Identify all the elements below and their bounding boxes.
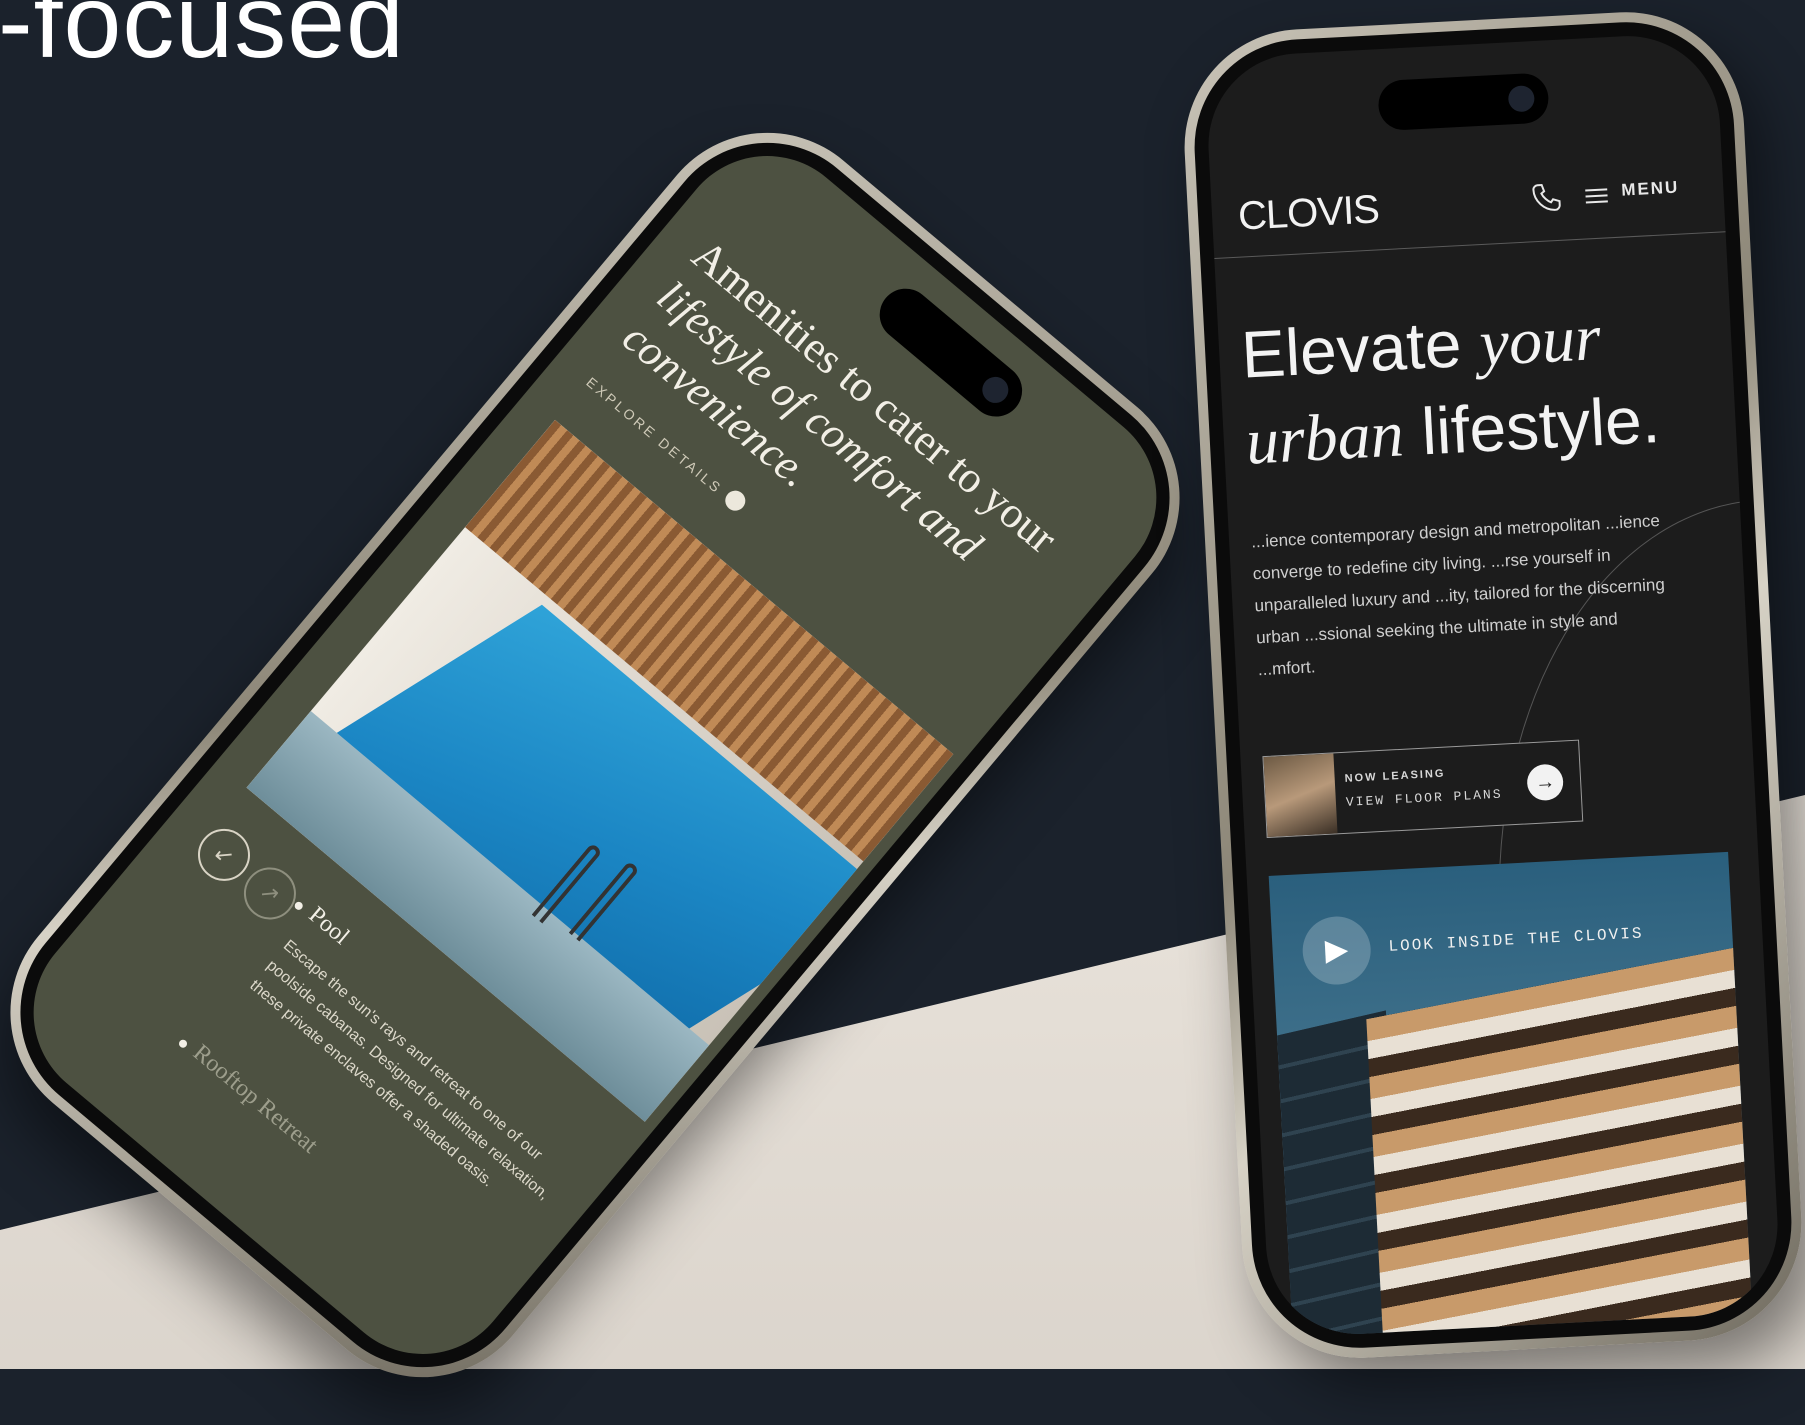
menu-button[interactable]: MENU: [1621, 178, 1680, 201]
hero-title: Elevate your urban lifestyle.: [1239, 288, 1727, 485]
hero-title-italic: your: [1477, 300, 1603, 381]
bullet-icon: [177, 1038, 189, 1050]
look-inside-label: LOOK INSIDE THE CLOVIS: [1388, 924, 1644, 956]
hero-title-part: Elevate: [1239, 305, 1482, 392]
now-leasing-label: NOW LEASING: [1344, 767, 1446, 785]
right-phone-screen: CLOVIS MENU Elevate your urban lifestyle…: [1203, 31, 1783, 1339]
view-floor-plans-button[interactable]: NOW LEASING VIEW FLOOR PLANS →: [1262, 739, 1584, 839]
amenity-pool-title[interactable]: Pool: [303, 902, 354, 951]
hero-title-part: lifestyle.: [1401, 381, 1662, 470]
hero-description: ...ience contemporary design and metropo…: [1250, 511, 1666, 680]
camera-icon: [977, 371, 1014, 409]
hamburger-menu-icon[interactable]: [1583, 185, 1610, 206]
floor-plan-thumbnail: [1263, 753, 1338, 838]
clovis-logo[interactable]: CLOVIS: [1237, 187, 1380, 239]
video-preview[interactable]: ▶ LOOK INSIDE THE CLOVIS: [1268, 851, 1755, 1339]
right-phone-mockup: CLOVIS MENU Elevate your urban lifestyle…: [1178, 6, 1805, 1364]
site-header: CLOVIS MENU: [1209, 141, 1726, 260]
dynamic-island: [1377, 72, 1550, 132]
play-icon[interactable]: ▶: [1300, 914, 1373, 987]
arrow-right-icon[interactable]: →: [1526, 763, 1565, 802]
view-floor-plans-label: VIEW FLOOR PLANS: [1345, 786, 1503, 810]
phone-icon[interactable]: [1529, 180, 1565, 216]
heading-fragment: -focused: [0, 0, 405, 80]
hero-title-italic: urban: [1244, 397, 1406, 479]
building-facade: [1366, 942, 1755, 1339]
amenity-rooftop-title[interactable]: Rooftop Retreat: [187, 1040, 323, 1160]
explore-dot-icon[interactable]: [721, 486, 750, 515]
camera-icon: [1507, 85, 1536, 113]
